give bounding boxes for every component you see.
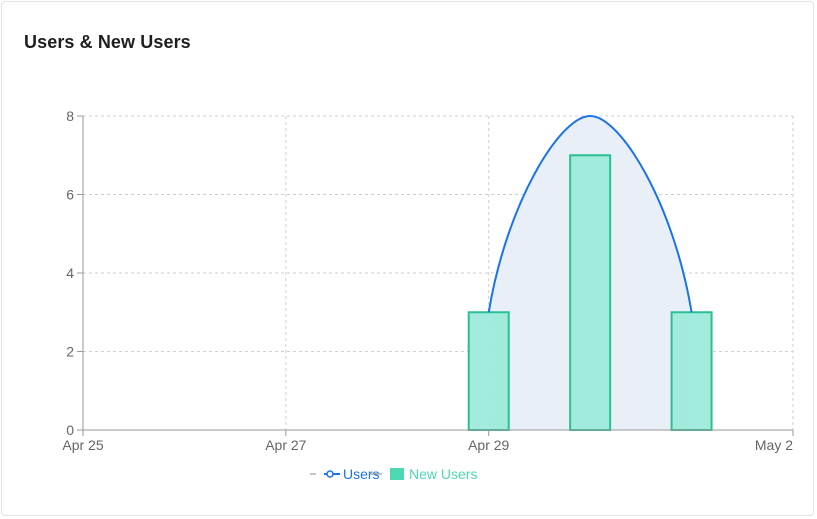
legend: Users New Users (310, 466, 477, 482)
y-tick-label: 8 (66, 108, 74, 124)
x-tick-label: Apr 27 (265, 437, 306, 453)
new-users-bar (670, 311, 713, 431)
users-chart: 0 2 4 6 8 Apr 25 Apr 27 Apr 29 May 2 Users New Us… (62, 108, 794, 482)
new-users-bar (569, 154, 612, 431)
legend-new-users-swatch (390, 468, 404, 480)
legend-new-users-label: New Users (409, 466, 477, 482)
y-tick-label: 0 (66, 422, 74, 438)
x-tick-label: Apr 29 (468, 437, 509, 453)
new-users-bar (467, 311, 510, 431)
x-tick-label: May 2 (755, 437, 793, 453)
y-tick-label: 6 (66, 187, 74, 203)
y-tick-label: 4 (66, 265, 74, 281)
x-tick-label: Apr 25 (62, 437, 103, 453)
y-tick-label: 2 (66, 344, 74, 360)
legend-users-swatch (326, 470, 334, 478)
